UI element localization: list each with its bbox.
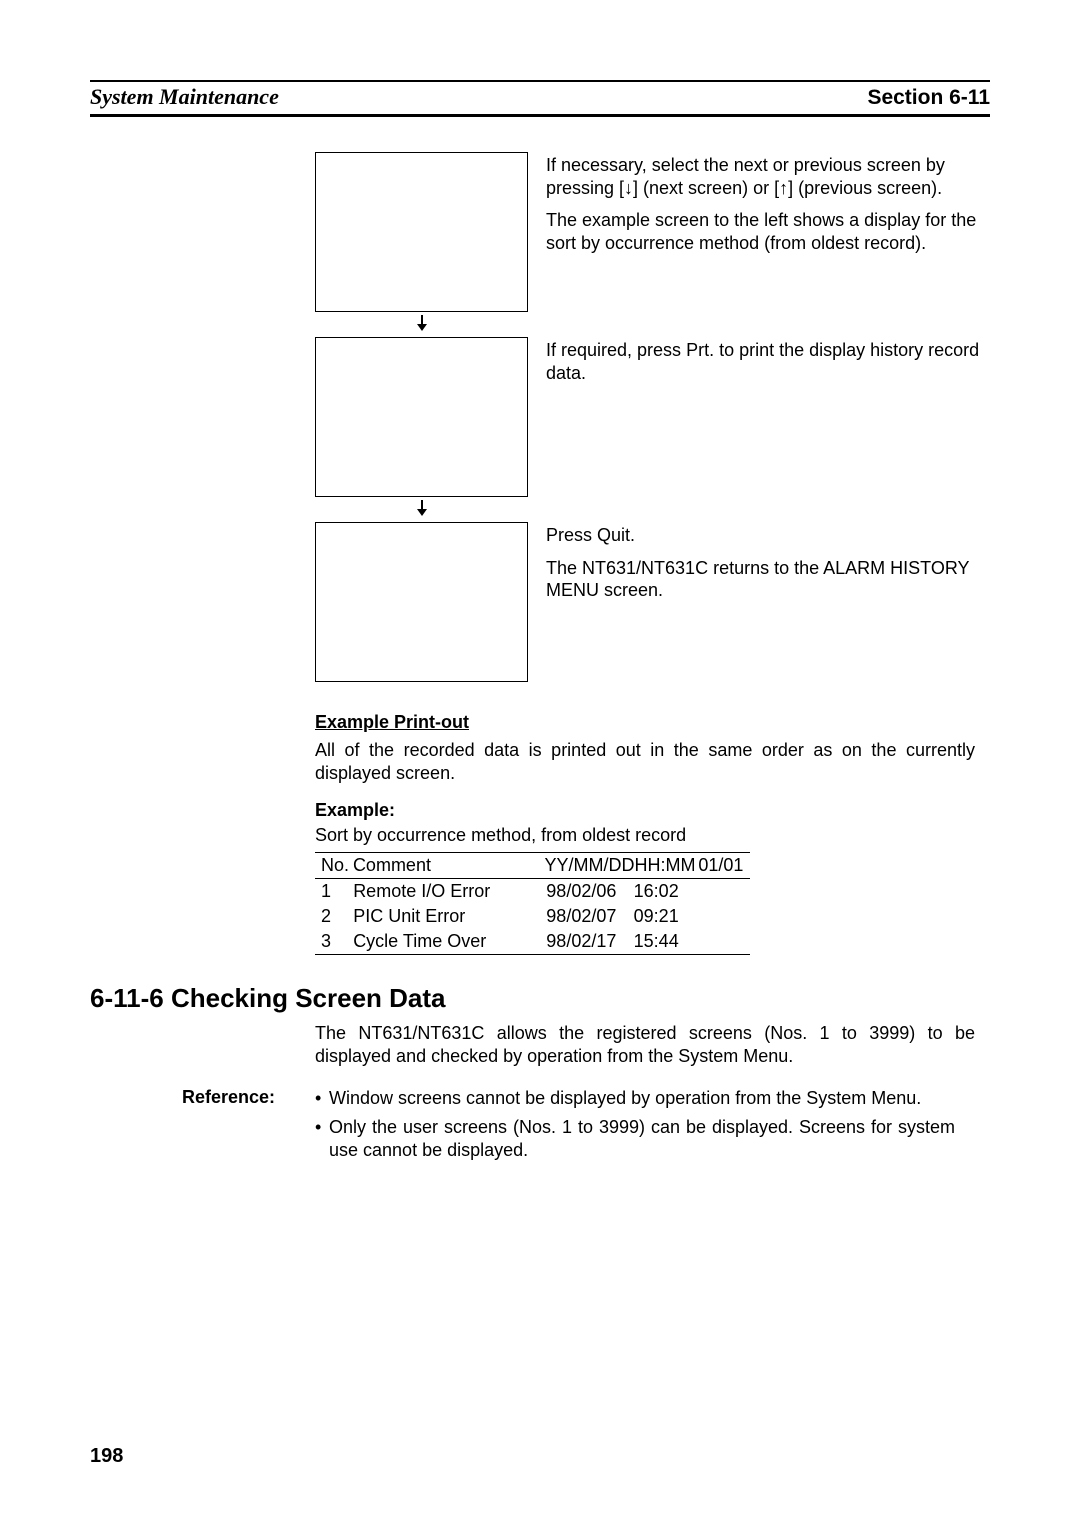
flow-step-3: Press Quit. The NT631/NT631C returns to … xyxy=(315,522,990,682)
table-row: 1 Remote I/O Error 98/02/06 16:02 xyxy=(315,879,750,904)
example-printout-body: All of the recorded data is printed out … xyxy=(315,739,975,786)
td-no: 3 xyxy=(321,931,353,952)
section-6-11-6-body: The NT631/NT631C allows the registered s… xyxy=(315,1022,975,1069)
down-arrow-icon xyxy=(315,497,528,522)
example-label: Example: xyxy=(315,800,990,821)
th-no: No. xyxy=(321,855,353,876)
example-table: No. Comment YY/MM/DD HH:MM 01/01 1 Remot… xyxy=(315,852,750,955)
step3-description: Press Quit. The NT631/NT631C returns to … xyxy=(546,522,981,612)
td-no: 1 xyxy=(321,881,353,902)
th-time: HH:MM xyxy=(635,855,699,876)
table-row: 3 Cycle Time Over 98/02/17 15:44 xyxy=(315,929,750,954)
td-comment: Remote I/O Error xyxy=(353,881,546,902)
step3-text-1: Press Quit. xyxy=(546,524,981,547)
reference-items: • Window screens cannot be displayed by … xyxy=(315,1087,955,1169)
bullet-icon: • xyxy=(315,1087,329,1110)
step1-text-1: If necessary, select the next or previou… xyxy=(546,154,981,199)
th-date: YY/MM/DD xyxy=(545,855,635,876)
td-date: 98/02/17 xyxy=(546,931,633,952)
td-time: 15:44 xyxy=(634,931,698,952)
step2-description: If required, press Prt. to print the dis… xyxy=(546,337,981,394)
td-time: 09:21 xyxy=(634,906,698,927)
reference-item: • Window screens cannot be displayed by … xyxy=(315,1087,955,1110)
main-content: If necessary, select the next or previou… xyxy=(90,152,990,1169)
reference-text: Only the user screens (Nos. 1 to 3999) c… xyxy=(329,1116,955,1163)
step3-text-2: The NT631/NT631C returns to the ALARM HI… xyxy=(546,557,981,602)
table-header-row: No. Comment YY/MM/DD HH:MM 01/01 xyxy=(315,853,750,879)
td-time: 16:02 xyxy=(634,881,698,902)
table-row: 2 PIC Unit Error 98/02/07 09:21 xyxy=(315,904,750,929)
reference-text: Window screens cannot be displayed by op… xyxy=(329,1087,955,1110)
step1-description: If necessary, select the next or previou… xyxy=(546,152,981,264)
flow-step-2: If required, press Prt. to print the dis… xyxy=(315,337,990,497)
screen-placeholder xyxy=(315,522,528,682)
td-date: 98/02/07 xyxy=(546,906,633,927)
step1-text-2: The example screen to the left shows a d… xyxy=(546,209,981,254)
bullet-icon: • xyxy=(315,1116,329,1163)
td-page xyxy=(698,906,744,927)
td-date: 98/02/06 xyxy=(546,881,633,902)
screen-placeholder xyxy=(315,152,528,312)
th-comment: Comment xyxy=(353,855,545,876)
down-arrow-icon xyxy=(315,312,528,337)
td-no: 2 xyxy=(321,906,353,927)
step2-text-1: If required, press Prt. to print the dis… xyxy=(546,339,981,384)
td-comment: Cycle Time Over xyxy=(353,931,546,952)
reference-item: • Only the user screens (Nos. 1 to 3999)… xyxy=(315,1116,955,1163)
screen-placeholder xyxy=(315,337,528,497)
page-number: 198 xyxy=(90,1445,123,1468)
example-caption: Sort by occurrence method, from oldest r… xyxy=(315,825,990,846)
section-6-11-6-heading: 6-11-6 Checking Screen Data xyxy=(90,983,990,1014)
header-right: Section 6-11 xyxy=(867,86,990,110)
th-page: 01/01 xyxy=(698,855,744,876)
reference-block: Reference: • Window screens cannot be di… xyxy=(90,1087,990,1169)
flow-step-1: If necessary, select the next or previou… xyxy=(315,152,990,312)
td-comment: PIC Unit Error xyxy=(353,906,546,927)
td-page xyxy=(698,881,744,902)
page-header: System Maintenance Section 6-11 xyxy=(90,80,990,117)
example-printout-heading: Example Print-out xyxy=(315,712,990,733)
header-left: System Maintenance xyxy=(90,84,279,110)
td-page xyxy=(698,931,744,952)
flow-section: If necessary, select the next or previou… xyxy=(315,152,990,682)
reference-label: Reference: xyxy=(90,1087,315,1108)
